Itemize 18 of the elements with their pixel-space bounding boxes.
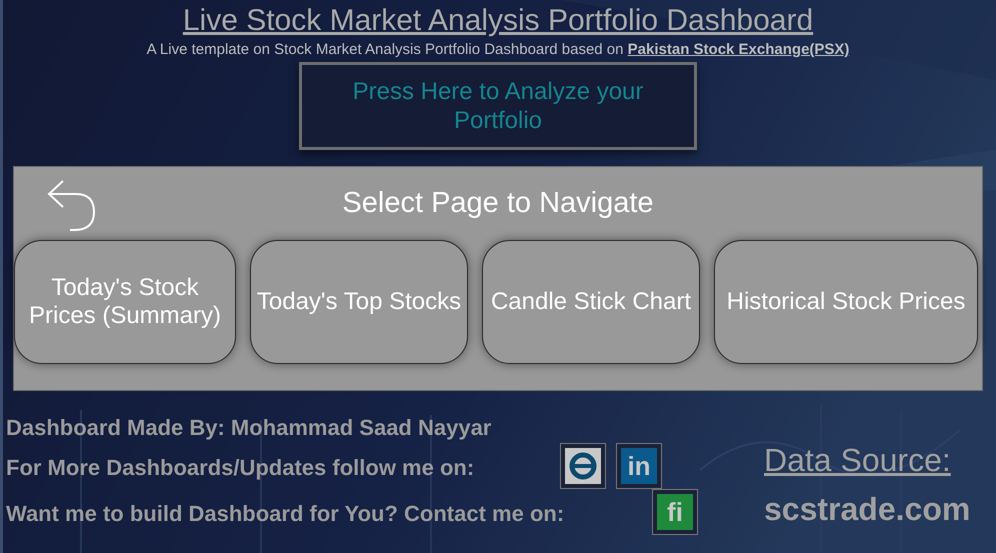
- analyze-portfolio-button[interactable]: Press Here to Analyze your Portfolio: [299, 62, 697, 150]
- follow-text: For More Dashboards/Updates follow me on:: [6, 455, 476, 481]
- ring-logo-icon[interactable]: [560, 443, 606, 489]
- page-nav-button[interactable]: Historical Stock Prices: [714, 240, 978, 364]
- social-logo-icon[interactable]: in: [616, 443, 662, 489]
- social-logo-icon[interactable]: fi: [652, 489, 698, 535]
- page-title[interactable]: Live Stock Market Analysis Portfolio Dashboard: [182, 3, 814, 39]
- navigation-title: Select Page to Navigate: [342, 186, 654, 221]
- data-source-link[interactable]: scstrade.com: [764, 491, 970, 527]
- back-arrow-icon[interactable]: [46, 179, 98, 233]
- page-nav-button[interactable]: Today's Top Stocks: [250, 240, 468, 364]
- page-nav-button[interactable]: Today's Stock Prices (Summary): [14, 240, 236, 364]
- page-nav-button[interactable]: Candle Stick Chart: [482, 240, 700, 364]
- data-source-label: Data Source:: [764, 443, 952, 477]
- psx-link[interactable]: Pakistan Stock Exchange(PSX): [628, 41, 850, 58]
- contact-text: Want me to build Dashboard for You? Contact me on:: [6, 501, 566, 527]
- subtitle: A Live template on Stock Market Analysis Portfolio Dashboard based on Pakistan Stock Exchange(PSX): [146, 40, 850, 60]
- author-credit: Dashboard Made By: Mohammad Saad Nayyar: [6, 415, 492, 441]
